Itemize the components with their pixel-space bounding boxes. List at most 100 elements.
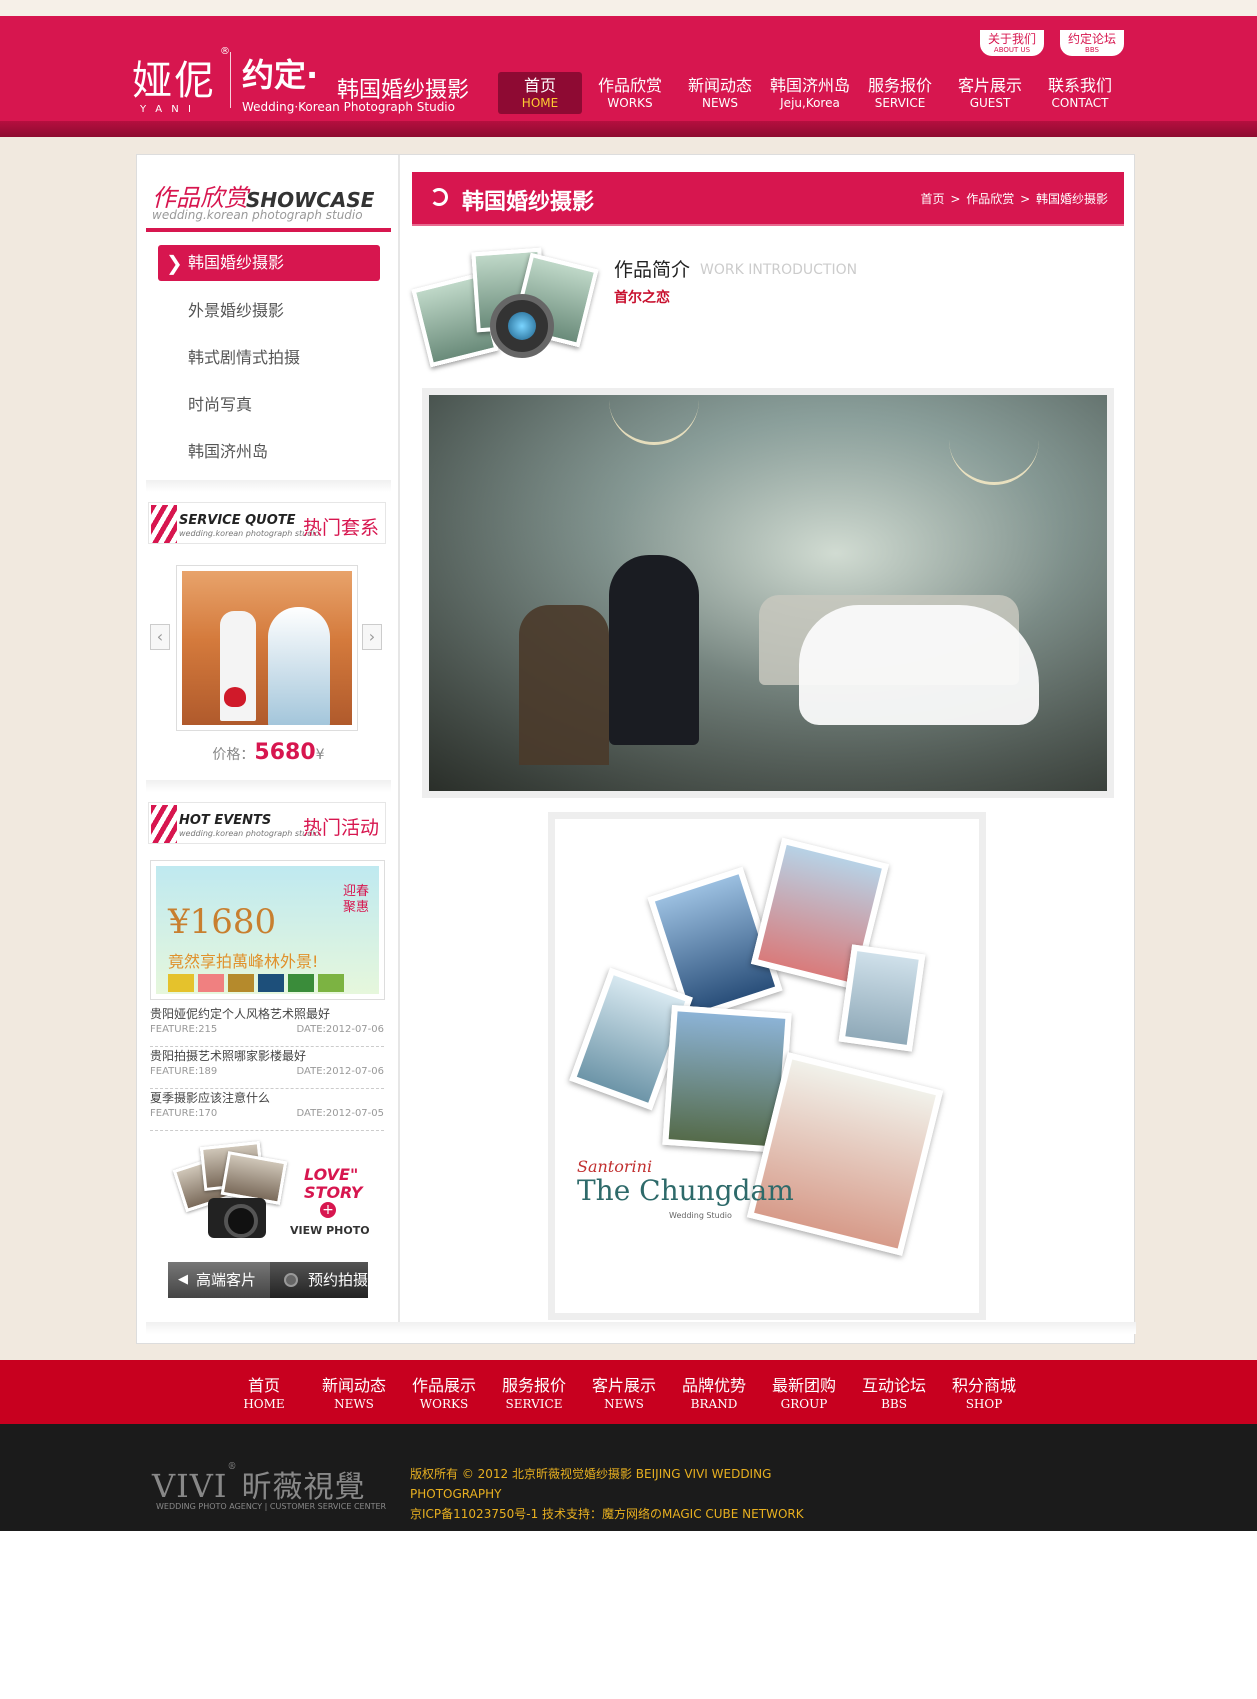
logo-yueding: 约定· (242, 56, 319, 94)
nav-home-en: HOME (521, 96, 559, 110)
sidebar-item-jeju[interactable]: 韩国济州岛 (158, 434, 380, 470)
news-date: DATE:2012-07-06 (296, 1024, 385, 1035)
sidebar-title-sub: wedding.korean photograph studio (152, 208, 363, 222)
footer-nav-label-en: NEWS (334, 1397, 374, 1411)
service-quote-title-en: SERVICE QUOTE (179, 513, 296, 528)
top-link-bbs[interactable]: 约定论坛 BBS (1060, 30, 1124, 56)
footer-nav-label: 最新团购 (771, 1376, 836, 1395)
nav-home[interactable]: 首页 HOME (498, 72, 582, 114)
nav-contact[interactable]: 联系我们 CONTACT (1038, 72, 1122, 114)
service-quote-header: SERVICE QUOTE wedding.korean photograph … (148, 502, 386, 544)
sidebar-item-korean-drama[interactable]: 韩式剧情式拍摄 (158, 340, 380, 376)
love-story-promo[interactable]: LOVE" STORY + VIEW PHOTO (168, 1140, 378, 1260)
footer-nav-label: 新闻动态 (321, 1376, 386, 1395)
event-banner[interactable]: ¥1680 竟然享拍萬峰林外景! 迎春聚惠 (150, 860, 385, 1000)
nav-service[interactable]: 服务报价 SERVICE (858, 72, 942, 114)
footer-nav-label: 首页 (247, 1376, 280, 1395)
collage-text-studio: Wedding Studio (669, 1211, 732, 1220)
premium-clients-button[interactable]: ◀ 高端客片 (168, 1262, 270, 1298)
news-date: DATE:2012-07-05 (296, 1108, 385, 1119)
top-strip (0, 0, 1257, 16)
intro-subtitle: 首尔之恋 (614, 290, 670, 306)
love-story-title-2: STORY (304, 1183, 363, 1202)
carousel-next-button[interactable]: › (362, 624, 382, 650)
service-quote-title-cn: 热门套系 (302, 517, 379, 539)
footer-nav-news[interactable]: 新闻动态 NEWS (314, 1376, 394, 1412)
hot-events-title-cn: 热门活动 (302, 817, 379, 839)
hot-events-header: HOT EVENTS wedding.korean photograph stu… (148, 802, 386, 844)
stripes-icon (151, 805, 177, 843)
nav-contact-en: CONTACT (1051, 96, 1109, 110)
camera-icon (208, 1198, 266, 1238)
sidebar-divider (146, 480, 391, 492)
top-link-about[interactable]: 关于我们 ABOUT US (980, 30, 1044, 56)
news-date: DATE:2012-07-06 (296, 1066, 385, 1077)
intro-photo-stack (411, 240, 600, 370)
service-quote-photo[interactable] (176, 565, 358, 731)
news-meta: FEATURE:189 DATE:2012-07-06 (150, 1065, 384, 1079)
news-meta: FEATURE:170 DATE:2012-07-05 (150, 1107, 384, 1121)
footer-logo-cn: 昕薇視覺 (241, 1470, 366, 1505)
breadcrumb-home[interactable]: 首页 (921, 192, 945, 206)
footer-nav-brand[interactable]: 品牌优势 BRAND (674, 1376, 754, 1412)
sidebar-divider (146, 780, 391, 792)
sidebar-item-korean-wedding[interactable]: ❯ 韩国婚纱摄影 (158, 245, 380, 281)
sidebar-item-label: 外景婚纱摄影 (188, 301, 285, 320)
sidebar-item-fashion-portrait[interactable]: 时尚写真 (158, 387, 380, 423)
chevron-right-icon: › (368, 627, 376, 646)
nav-service-en: SERVICE (874, 96, 926, 110)
main-photo[interactable] (422, 388, 1114, 798)
footer-nav-label-en: HOME (243, 1397, 285, 1411)
header-bottom-band (0, 121, 1257, 137)
footer-logo-reg: ® (227, 1462, 238, 1472)
collage-photo[interactable]: Santorini The Chungdam Wedding Studio (548, 812, 986, 1320)
news-feature: FEATURE:170 (150, 1108, 218, 1119)
sidebar-item-label: 韩国婚纱摄影 (188, 253, 285, 272)
view-photo-link[interactable]: VIEW PHOTO (290, 1224, 370, 1237)
footer-nav-label-en: NEWS (604, 1397, 644, 1411)
footer-nav-works[interactable]: 作品展示 WORKS (404, 1376, 484, 1412)
footer-nav-guest[interactable]: 客片展示 NEWS (584, 1376, 664, 1412)
breadcrumb-current[interactable]: 韩国婚纱摄影 (1036, 192, 1108, 206)
footer-nav-shop[interactable]: 积分商城 SHOP (944, 1376, 1024, 1412)
stripes-icon (151, 505, 177, 543)
logo-main: 娅伲 (132, 58, 216, 104)
refresh-icon (430, 188, 448, 206)
footer-nav-label-en: SERVICE (505, 1397, 563, 1411)
footer-nav-service[interactable]: 服务报价 SERVICE (494, 1376, 574, 1412)
breadcrumb-separator: > (950, 192, 961, 206)
site-header: 娅伲 ® Y A N I 约定· 韩国婚纱摄影 Wedding·Korean P… (0, 16, 1257, 121)
footer-nav-bbs[interactable]: 互动论坛 BBS (854, 1376, 934, 1412)
footer-nav-home[interactable]: 首页 HOME (224, 1376, 304, 1412)
sidebar-separator (398, 155, 400, 1325)
top-link-bbs-label: 约定论坛 (1067, 32, 1116, 46)
list-item[interactable]: 夏季摄影应该注意什么 FEATURE:170 DATE:2012-07-05 (150, 1089, 384, 1131)
hot-events-title-en: HOT EVENTS (179, 813, 272, 828)
list-item[interactable]: 贵阳娅伲约定个人风格艺术照最好 FEATURE:215 DATE:2012-07… (150, 1005, 384, 1047)
footer-nav-group[interactable]: 最新团购 GROUP (764, 1376, 844, 1412)
footer-logo[interactable]: VIVI®昕薇視覺 (152, 1462, 366, 1506)
nav-home-cn: 首页 (523, 76, 556, 95)
nav-news[interactable]: 新闻动态 NEWS (678, 72, 762, 114)
logo-registered: ® (220, 46, 230, 57)
list-item[interactable]: 贵阳拍摄艺术照哪家影楼最好 FEATURE:189 DATE:2012-07-0… (150, 1047, 384, 1089)
intro-title-en: WORK INTRODUCTION (700, 262, 858, 278)
nav-works[interactable]: 作品欣赏 WORKS (588, 72, 672, 114)
nav-guest[interactable]: 客片展示 GUEST (948, 72, 1032, 114)
event-banner-image: ¥1680 竟然享拍萬峰林外景! 迎春聚惠 (156, 866, 379, 994)
sidebar-item-label: 韩式剧情式拍摄 (188, 348, 301, 367)
nav-works-en: WORKS (607, 96, 653, 110)
intro-title: 作品简介 (614, 259, 691, 281)
book-shoot-button[interactable]: 预约拍摄 (270, 1262, 368, 1298)
news-title[interactable]: 贵阳娅伲约定个人风格艺术照最好 (150, 1005, 384, 1023)
event-banner-price: ¥1680 (168, 902, 277, 942)
news-title[interactable]: 贵阳拍摄艺术照哪家影楼最好 (150, 1047, 384, 1065)
site-logo[interactable]: 娅伲 ® Y A N I 约定· 韩国婚纱摄影 Wedding·Korean P… (132, 42, 472, 118)
sidebar-item-outdoor-wedding[interactable]: 外景婚纱摄影 (158, 293, 380, 329)
breadcrumb-works[interactable]: 作品欣赏 (966, 192, 1014, 206)
nav-jeju[interactable]: 韩国济州岛 Jeju,Korea (768, 72, 852, 114)
footer-logo-en: VIVI (152, 1467, 228, 1505)
news-title[interactable]: 夏季摄影应该注意什么 (150, 1089, 384, 1107)
carousel-prev-button[interactable]: ‹ (150, 624, 170, 650)
top-link-about-en: ABOUT US (993, 46, 1031, 54)
